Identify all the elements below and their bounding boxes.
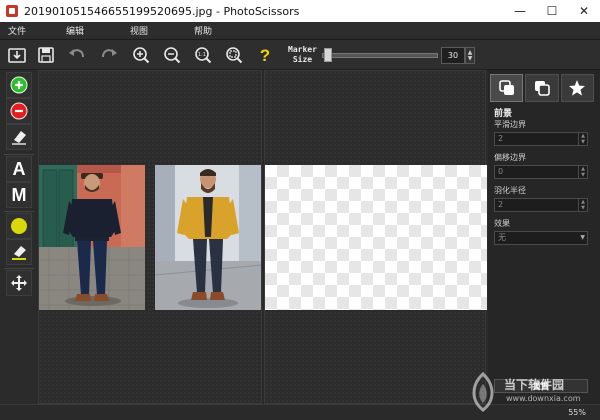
smooth-edge-value: 2 [498, 134, 504, 143]
zoom-actual-icon: 1:1 [195, 47, 212, 64]
help-button[interactable]: ? [254, 44, 276, 66]
offset-edge-spinner[interactable]: ▲ ▼ [578, 166, 587, 178]
source-canvas[interactable] [38, 70, 262, 404]
menu-bar: 文件 编辑 视图 帮助 [0, 22, 600, 40]
effect-label: 效果 [494, 219, 510, 228]
marker-label-line1: Marker [288, 45, 317, 54]
svg-text:?: ? [260, 46, 270, 64]
hair-marker-icon [11, 218, 27, 234]
chevron-down-icon: ▼ [580, 234, 585, 241]
zoom-fit-icon [226, 47, 243, 64]
svg-text:1:1: 1:1 [198, 52, 206, 58]
feather-radius-spinner[interactable]: ▲ ▼ [578, 199, 587, 211]
open-icon [8, 48, 26, 63]
background-tab-icon [534, 81, 550, 96]
app-window: 20190105154665519952069​5.jpg - PhotoSci… [0, 0, 600, 420]
help-icon: ? [260, 46, 270, 64]
zoom-actual-button[interactable]: 1:1 [192, 44, 214, 66]
feather-radius-label: 羽化半径 [494, 186, 526, 195]
star-icon [569, 80, 586, 96]
smooth-edge-spinner[interactable]: ▲ ▼ [578, 133, 587, 145]
toolbar: 1:1 ? Marker Size 30 ▲ ▼ [0, 40, 600, 70]
manual-mode-button[interactable]: M [6, 182, 32, 208]
move-tool[interactable] [6, 270, 32, 296]
add-marker-tool[interactable] [6, 72, 32, 98]
save-icon [38, 47, 54, 63]
redo-icon [102, 49, 117, 58]
man-in-denim-photo [39, 165, 145, 310]
marker-label-line2: Size [292, 55, 313, 64]
auto-mode-button[interactable]: A [6, 156, 32, 182]
hair-marker-tool[interactable] [6, 213, 32, 239]
spinner-down-icon[interactable]: ▼ [468, 55, 473, 62]
offset-edge-input[interactable]: 0 ▲ ▼ [494, 165, 588, 179]
manual-mode-label: M [11, 184, 27, 205]
marker-size-slider-thumb[interactable] [324, 48, 332, 62]
minimize-button[interactable]: — [504, 0, 536, 22]
zoom-in-button[interactable] [130, 44, 152, 66]
close-button[interactable]: ✕ [568, 0, 600, 22]
eraser-icon [12, 131, 26, 145]
site-watermark: 当下软件园 www.downxia.com [466, 372, 596, 416]
tab-effects[interactable] [560, 74, 594, 102]
panel-tabs [490, 74, 596, 102]
marker-size-label: Marker Size [288, 45, 317, 65]
watermark-text: 当下软件园 [504, 378, 565, 392]
window-title: 20190105154665519952069​5.jpg - PhotoSci… [24, 4, 300, 18]
window-controls: — ☐ ✕ [504, 0, 600, 22]
transparent-result-area [265, 165, 487, 310]
tool-divider [4, 211, 34, 212]
offset-edge-label: 偏移边界 [494, 153, 526, 162]
offset-edge-value: 0 [498, 167, 504, 176]
source-photo-right [155, 165, 261, 310]
menu-view[interactable]: 视图 [126, 24, 152, 37]
title-bar: 20190105154665519952069​5.jpg - PhotoSci… [0, 0, 600, 22]
hair-eraser-tool[interactable] [6, 239, 32, 265]
watermark-url: www.downxia.com [506, 394, 581, 403]
eraser-tool[interactable] [6, 124, 32, 150]
remove-marker-icon [10, 102, 28, 120]
tab-background[interactable] [525, 74, 559, 102]
move-icon [11, 275, 27, 291]
app-logo-icon [6, 5, 18, 17]
marker-size-input[interactable]: 30 [441, 47, 465, 64]
effect-value: 无 [498, 233, 506, 242]
result-canvas[interactable] [264, 70, 487, 404]
save-button[interactable] [35, 44, 57, 66]
foreground-section-title: 前景 [494, 109, 513, 119]
undo-icon [69, 49, 84, 58]
watermark-logo-icon [472, 372, 494, 412]
man-in-yellow-jacket-photo [155, 165, 261, 310]
source-photo-left [39, 165, 145, 310]
zoom-out-icon [164, 47, 181, 64]
undo-button[interactable] [66, 44, 88, 66]
settings-panel: 前景 平滑边界 2 ▲ ▼ 偏移边界 0 ▲ ▼ 羽化半径 2 ▲ ▼ 效果 无 ▼ … [488, 70, 600, 404]
open-button[interactable] [6, 44, 28, 66]
add-marker-icon [10, 76, 28, 94]
effect-select[interactable]: 无 ▼ [494, 231, 588, 245]
hair-eraser-icon [12, 246, 26, 260]
tool-divider [4, 268, 34, 269]
auto-mode-label: A [12, 158, 26, 179]
menu-file[interactable]: 文件 [4, 24, 30, 37]
marker-size-spinner[interactable]: ▲ ▼ [465, 47, 475, 64]
tool-divider [4, 154, 34, 155]
feather-radius-value: 2 [498, 200, 504, 209]
menu-help[interactable]: 帮助 [190, 24, 216, 37]
feather-radius-input[interactable]: 2 ▲ ▼ [494, 198, 588, 212]
left-toolbar: A M [0, 70, 36, 404]
redo-button[interactable] [98, 44, 120, 66]
foreground-tab-icon [498, 80, 514, 95]
zoom-out-button[interactable] [161, 44, 183, 66]
remove-marker-tool[interactable] [6, 98, 32, 124]
menu-edit[interactable]: 编辑 [62, 24, 88, 37]
zoom-fit-button[interactable] [223, 44, 245, 66]
zoom-in-icon [133, 47, 150, 64]
smooth-edge-label: 平滑边界 [494, 120, 526, 129]
tab-foreground[interactable] [490, 74, 524, 102]
marker-size-slider[interactable] [322, 53, 438, 58]
smooth-edge-input[interactable]: 2 ▲ ▼ [494, 132, 588, 146]
maximize-button[interactable]: ☐ [536, 0, 568, 22]
